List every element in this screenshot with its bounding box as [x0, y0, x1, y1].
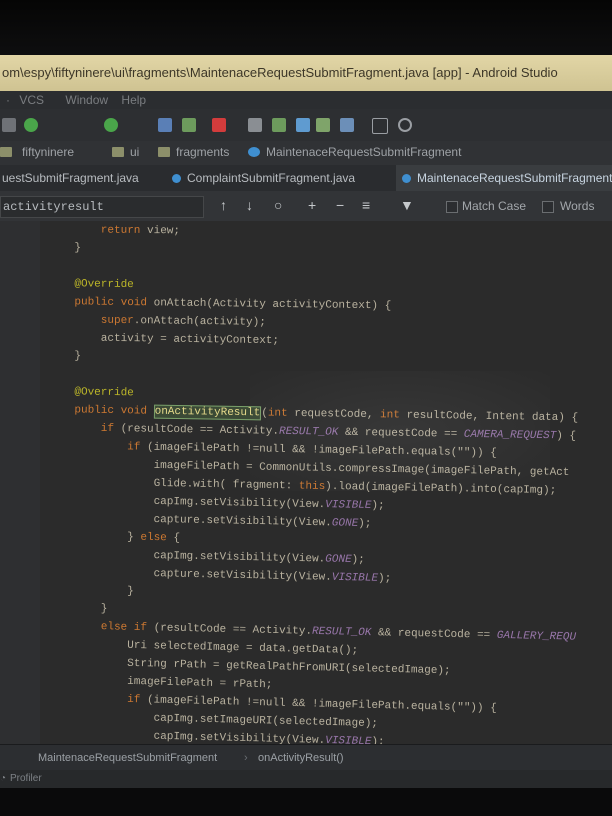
class-icon — [402, 174, 411, 183]
debug-icon[interactable] — [158, 118, 172, 132]
tab-label: uestSubmitFragment.java — [2, 171, 139, 185]
profiler-icon: ◔ — [0, 773, 7, 784]
line-gutter — [0, 221, 40, 744]
class-icon — [172, 174, 181, 183]
code-editor[interactable]: return view; } @Override public void onA… — [0, 221, 612, 744]
match-case-checkbox[interactable] — [446, 201, 458, 213]
tab-label: MaintenaceRequestSubmitFragment.java — [417, 171, 612, 185]
tab-request-submit[interactable]: uestSubmitFragment.java — [0, 165, 162, 191]
sync-icon[interactable] — [248, 118, 262, 132]
menu-item-prev[interactable]: · — [6, 91, 10, 109]
folder-icon[interactable] — [340, 118, 354, 132]
class-icon — [248, 147, 260, 157]
device-icon[interactable] — [316, 118, 330, 132]
words-checkbox[interactable] — [542, 201, 554, 213]
code-line[interactable]: } — [48, 239, 81, 257]
crumb-separator: › — [244, 752, 248, 764]
menu-item-window[interactable]: Window — [65, 91, 108, 109]
menu-item-help[interactable]: Help — [121, 91, 146, 109]
tab-label: ComplaintSubmitFragment.java — [187, 171, 356, 185]
main-toolbar — [0, 109, 612, 142]
breadcrumb-ui[interactable]: ui — [130, 145, 139, 159]
tab-complaint-submit[interactable]: ComplaintSubmitFragment.java — [172, 165, 384, 191]
filter-icon[interactable]: ▼ — [400, 197, 414, 213]
run-icon[interactable] — [104, 118, 118, 132]
structure-breadcrumb: MaintenaceRequestSubmitFragment › onActi… — [0, 744, 612, 771]
match-case-label: Match Case — [462, 199, 527, 213]
refresh-icon[interactable] — [24, 118, 38, 132]
code-line[interactable]: return view; — [48, 221, 180, 240]
breadcrumb-fiftyninere[interactable]: fiftyninere — [22, 145, 74, 159]
tab-maintenance-submit[interactable]: MaintenaceRequestSubmitFragment.java — [396, 165, 612, 191]
folder-icon — [112, 147, 124, 157]
navigation-breadcrumb: fiftyninere ui fragments MaintenaceReque… — [0, 141, 612, 165]
bottom-tool-bar: ◔ Profiler — [0, 770, 612, 788]
editor-tabs: uestSubmitFragment.java ComplaintSubmitF… — [0, 165, 612, 192]
crumb-method-name[interactable]: onActivityResult() — [258, 745, 344, 771]
code-line[interactable]: @Override — [48, 275, 134, 294]
profiler-tab[interactable]: Profiler — [10, 770, 42, 788]
breadcrumb-class[interactable]: MaintenaceRequestSubmitFragment — [266, 145, 461, 159]
select-all-icon[interactable]: ≡ — [362, 197, 370, 213]
code-line[interactable]: @Override — [48, 383, 134, 402]
find-bar: activityresult ↑ ↓ ○ + − ≡ ▼ Match Case … — [0, 191, 612, 222]
window-title: om\espy\fiftyninere\ui\fragments\Mainten… — [2, 65, 558, 80]
stop-icon[interactable] — [212, 118, 226, 132]
arrow-down-icon[interactable]: ↓ — [246, 197, 253, 213]
words-label: Words — [560, 199, 595, 213]
sdk-manager-icon[interactable] — [296, 118, 310, 132]
remove-selection-icon[interactable]: − — [336, 197, 344, 213]
window-title-bar: om\espy\fiftyninere\ui\fragments\Mainten… — [0, 55, 612, 91]
code-line[interactable]: } — [48, 347, 81, 365]
menu-item-vcs[interactable]: VCS — [19, 91, 44, 109]
code-line[interactable]: } — [48, 599, 108, 618]
undo-icon[interactable] — [2, 118, 16, 132]
find-input[interactable]: activityresult — [0, 196, 204, 218]
folder-icon — [0, 147, 12, 157]
layout-icon[interactable] — [372, 118, 388, 134]
arrow-up-icon[interactable]: ↑ — [220, 197, 227, 213]
search-icon[interactable] — [398, 118, 412, 132]
menu-bar: · VCS Window Help — [0, 91, 612, 109]
breadcrumb-fragments[interactable]: fragments — [176, 145, 229, 159]
profile-icon[interactable] — [182, 118, 196, 132]
monitor-bezel — [0, 0, 612, 55]
monitor-bezel-bottom — [0, 788, 612, 816]
add-selection-icon[interactable]: + — [308, 197, 316, 213]
crumb-class-name[interactable]: MaintenaceRequestSubmitFragment — [38, 745, 217, 771]
avd-manager-icon[interactable] — [272, 118, 286, 132]
code-line[interactable]: activity = activityContext; — [48, 329, 279, 350]
find-all-icon[interactable]: ○ — [274, 197, 282, 213]
folder-icon — [158, 147, 170, 157]
code-line[interactable]: } — [48, 581, 134, 601]
